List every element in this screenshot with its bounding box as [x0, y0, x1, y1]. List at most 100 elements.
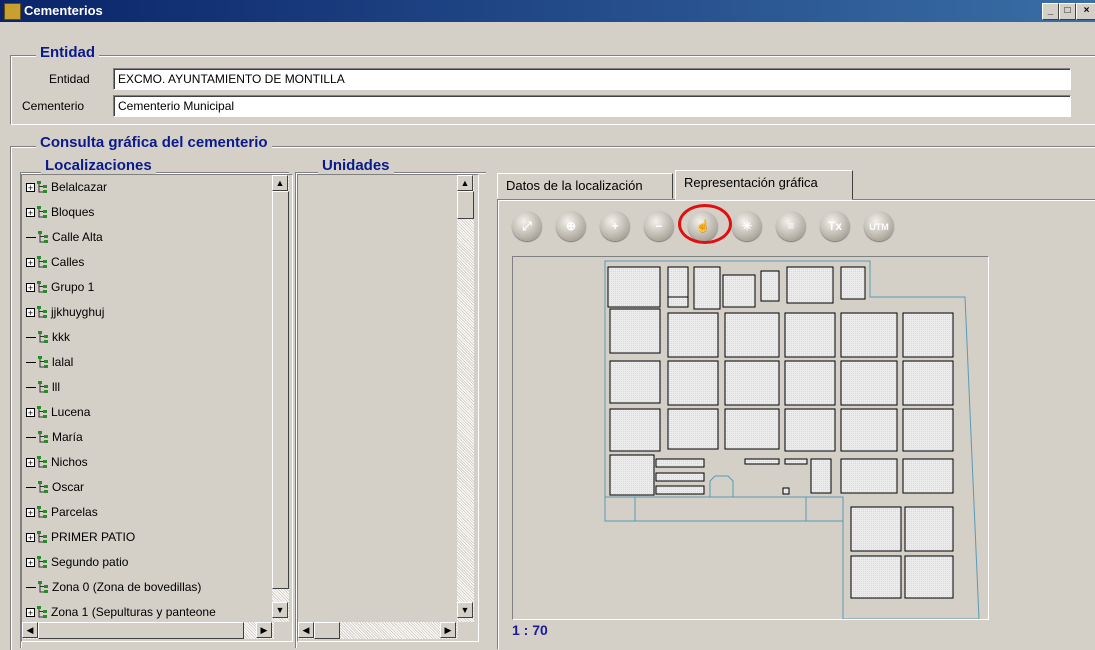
tree-hscroll-thumb[interactable] [38, 622, 244, 639]
burial-block[interactable] [693, 266, 721, 310]
tree-scroll-up-button[interactable]: ▲ [272, 175, 288, 191]
unidades-hscroll-thumb[interactable] [314, 622, 340, 639]
unidades-scroll-up-button[interactable]: ▲ [457, 175, 473, 191]
burial-block[interactable] [667, 408, 719, 450]
burial-block[interactable] [810, 458, 832, 494]
burial-block[interactable] [902, 408, 954, 452]
tree-scroll-thumb[interactable] [272, 191, 289, 589]
burial-block[interactable] [609, 454, 655, 496]
burial-block[interactable] [782, 487, 790, 495]
tree-scroll-right-button[interactable]: ▶ [256, 622, 272, 638]
burial-block[interactable] [850, 555, 902, 599]
burial-block[interactable] [667, 266, 689, 298]
expand-icon[interactable]: + [26, 458, 35, 468]
expand-icon[interactable]: + [26, 408, 35, 418]
burial-block[interactable] [609, 408, 661, 452]
tab-representacion-grafica[interactable]: Representación gráfica [675, 170, 853, 200]
maximize-button[interactable]: □ [1059, 3, 1076, 20]
burial-block[interactable] [744, 458, 780, 465]
utm-button[interactable]: UTM [864, 211, 894, 241]
localizaciones-tree[interactable]: + Belalcazar + Bloques Calle Alta + Calles + Gru… [21, 174, 293, 642]
center-button[interactable]: ✳ [732, 211, 762, 241]
zoom-out-button[interactable]: − [644, 211, 674, 241]
burial-block[interactable] [840, 312, 898, 358]
tree-scroll-left-button[interactable]: ◀ [22, 622, 38, 638]
cementerio-field[interactable]: Cementerio Municipal [113, 95, 1071, 117]
tree-item[interactable]: + Nichos [26, 451, 88, 473]
zoom-extent-button[interactable]: ⤢ [512, 211, 542, 241]
expand-icon[interactable]: + [26, 208, 35, 218]
tree-item[interactable]: + Bloques [26, 201, 94, 223]
burial-block[interactable] [655, 472, 705, 482]
list-button[interactable]: ≡ [776, 211, 806, 241]
entidad-field[interactable]: EXCMO. AYUNTAMIENTO DE MONTILLA [113, 68, 1071, 90]
expand-icon[interactable]: + [26, 558, 35, 568]
burial-block[interactable] [724, 408, 780, 450]
burial-block[interactable] [655, 485, 705, 495]
tree-item[interactable]: + Lucena [26, 401, 90, 423]
tree-item[interactable]: Zona 0 (Zona de bovedillas) [26, 576, 201, 598]
zoom-window-button[interactable]: ⊕ [556, 211, 586, 241]
burial-block[interactable] [724, 360, 780, 406]
burial-block[interactable] [902, 458, 954, 494]
tree-item[interactable]: + Calles [26, 251, 84, 273]
burial-block[interactable] [760, 270, 780, 302]
unidades-list[interactable] [297, 174, 479, 642]
expand-icon[interactable]: + [26, 533, 35, 543]
zoom-in-button[interactable]: + [600, 211, 630, 241]
tree-item[interactable]: lll [26, 376, 60, 398]
burial-block[interactable] [786, 266, 834, 304]
tree-item[interactable]: kkk [26, 326, 70, 348]
tree-scroll-down-button[interactable]: ▼ [272, 602, 288, 618]
burial-block[interactable] [840, 266, 866, 300]
burial-block[interactable] [904, 555, 954, 599]
burial-block[interactable] [850, 506, 902, 552]
burial-block[interactable] [667, 360, 719, 406]
tree-item[interactable]: + Parcelas [26, 501, 98, 523]
tree-item[interactable]: Calle Alta [26, 226, 103, 248]
burial-block[interactable] [902, 360, 954, 406]
burial-block[interactable] [904, 506, 954, 552]
burial-block[interactable] [655, 458, 705, 468]
burial-block[interactable] [607, 266, 661, 308]
minimize-button[interactable]: _ [1042, 3, 1059, 20]
tree-item[interactable]: + Belalcazar [26, 176, 107, 198]
burial-block[interactable] [722, 274, 756, 308]
unidades-scroll-right-button[interactable]: ▶ [440, 622, 456, 638]
burial-block[interactable] [840, 408, 898, 452]
burial-block[interactable] [784, 360, 836, 406]
tree-item[interactable]: lalal [26, 351, 73, 373]
burial-block[interactable] [840, 458, 898, 494]
expand-icon[interactable]: + [26, 283, 35, 293]
expand-icon[interactable]: + [26, 258, 35, 268]
burial-block[interactable] [784, 458, 808, 465]
burial-block[interactable] [609, 360, 661, 404]
expand-icon[interactable]: + [26, 608, 35, 618]
burial-block[interactable] [784, 408, 836, 452]
burial-block[interactable] [724, 312, 780, 358]
tree-item[interactable]: + PRIMER PATIO [26, 526, 135, 548]
expand-icon[interactable]: + [26, 308, 35, 318]
burial-block[interactable] [667, 312, 719, 358]
expand-icon[interactable]: + [26, 183, 35, 193]
tree-item[interactable]: + Segundo patio [26, 551, 128, 573]
unidades-vertical-scrollbar[interactable] [457, 175, 474, 622]
burial-block[interactable] [840, 360, 898, 406]
unidades-scroll-thumb[interactable] [457, 191, 474, 219]
tree-item[interactable]: + Grupo 1 [26, 276, 94, 298]
tree-item[interactable]: + jjkhuyghuj [26, 301, 104, 323]
burial-block[interactable] [667, 296, 689, 308]
tree-item[interactable]: Oscar [26, 476, 84, 498]
tree-item[interactable]: María [26, 426, 83, 448]
burial-block[interactable] [784, 312, 836, 358]
close-button[interactable]: × [1076, 3, 1095, 20]
burial-block[interactable] [902, 312, 954, 358]
tab-datos-localizacion[interactable]: Datos de la localización [497, 173, 673, 199]
expand-icon[interactable]: + [26, 508, 35, 518]
map-canvas[interactable] [512, 256, 989, 620]
burial-block[interactable] [609, 308, 661, 354]
unidades-scroll-down-button[interactable]: ▼ [457, 602, 473, 618]
text-button[interactable]: Tx [820, 211, 850, 241]
tree-item[interactable]: + Zona 1 (Sepulturas y panteone [26, 601, 216, 623]
unidades-scroll-left-button[interactable]: ◀ [298, 622, 314, 638]
